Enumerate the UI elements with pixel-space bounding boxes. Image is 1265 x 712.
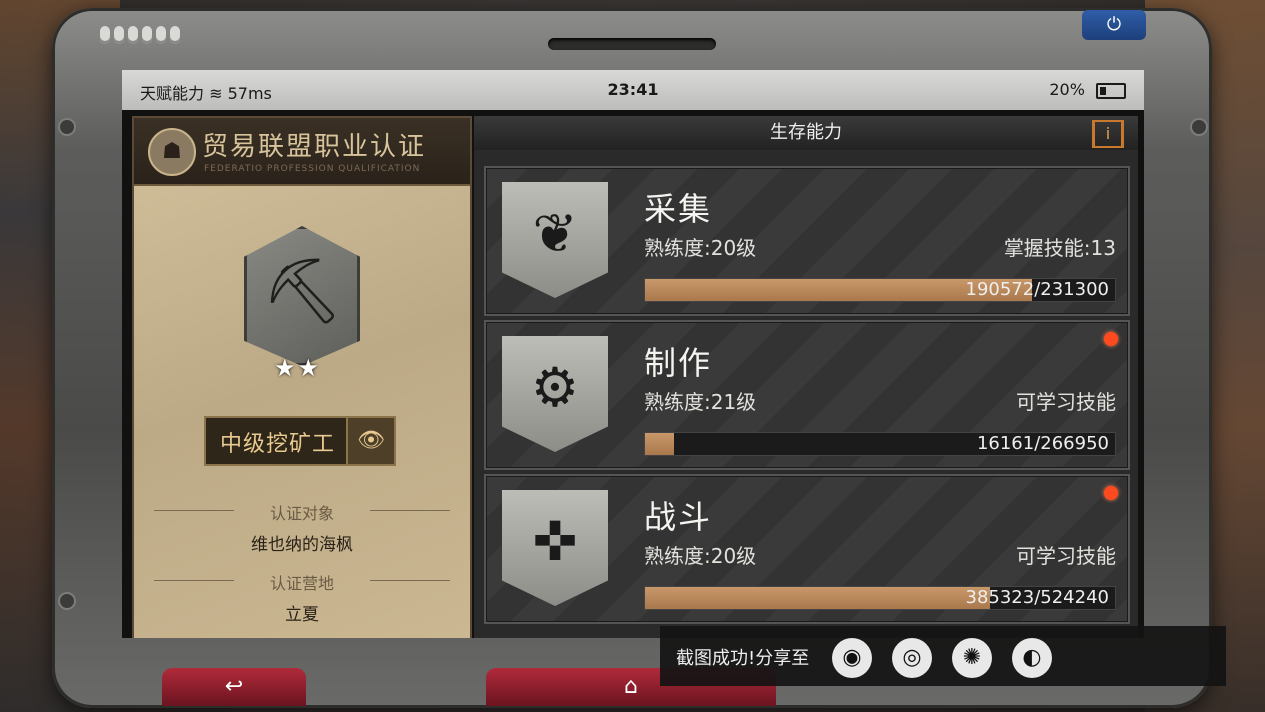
certification-panel: ☗ 贸易联盟职业认证 FEDERATIO PROFESSION QUALIFIC… — [132, 116, 472, 638]
certification-header: ☗ 贸易联盟职业认证 FEDERATIO PROFESSION QUALIFIC… — [134, 118, 470, 186]
power-button[interactable]: ⏻ — [1082, 10, 1146, 40]
toast-text: 截图成功!分享至 — [676, 648, 810, 669]
skill-card-combat[interactable]: ✜ 战斗 熟练度:20级 可学习技能 385323/524240 — [484, 474, 1130, 624]
skill-card-crafting[interactable]: ⚙ 制作 熟练度:21级 可学习技能 16161/266950 — [484, 320, 1130, 470]
skill-card-gathering[interactable]: ❦ 采集 熟练度:20级 掌握技能:13 190572/231300 — [484, 166, 1130, 316]
rank-label: 中级挖矿工 — [220, 432, 336, 457]
clock: 23:41 — [607, 80, 659, 99]
battery-icon — [1096, 82, 1126, 99]
device-screen: 天赋能力 ≋ 57ms 23:41 20% ☗ 贸易联盟职业认证 FEDERAT… — [122, 70, 1144, 638]
progress-fill — [645, 587, 991, 609]
side-screw — [1190, 118, 1208, 136]
learnable-skill: 可学习技能 — [1016, 390, 1116, 414]
back-button[interactable]: ↩ — [162, 668, 306, 706]
gun-icon: ✜ — [502, 490, 608, 606]
info-icon[interactable]: i — [1092, 120, 1124, 148]
weibo-icon[interactable]: ◉ — [832, 638, 872, 678]
rank-stars: ★★ — [274, 354, 322, 382]
notification-dot — [1104, 486, 1118, 500]
speaker-grille — [100, 26, 184, 48]
moments-icon[interactable]: ✺ — [952, 638, 992, 678]
skills-header: 生存能力 i — [474, 116, 1138, 150]
status-bar: 天赋能力 ≋ 57ms 23:41 20% — [122, 70, 1144, 110]
profession-badge: ⛏ ★★ — [234, 226, 370, 382]
wechat-icon[interactable]: ◎ — [892, 638, 932, 678]
leaf-icon: ❦ — [502, 182, 608, 298]
progress-fill — [645, 433, 674, 455]
battery-percent: 20% — [1049, 80, 1085, 99]
certification-subtitle: FEDERATIO PROFESSION QUALIFICATION — [204, 164, 421, 174]
qq-icon[interactable]: ◐ — [1012, 638, 1052, 678]
camp-value: 立夏 — [285, 605, 319, 625]
learnable-skill: 可学习技能 — [1016, 544, 1116, 568]
side-screw — [58, 118, 76, 136]
progress-bar: 16161/266950 — [644, 432, 1116, 456]
target-value: 维也纳的海枫 — [251, 535, 353, 555]
pickaxe-icon: ⛏ — [262, 255, 344, 329]
notification-dot — [1104, 332, 1118, 346]
top-slot — [548, 38, 716, 50]
progress-bar: 190572/231300 — [644, 278, 1116, 302]
side-screw — [58, 592, 76, 610]
progress-bar: 385323/524240 — [644, 586, 1116, 610]
skills-panel: 生存能力 i ❦ 采集 熟练度:20级 掌握技能:13 190572/23130… — [474, 116, 1138, 638]
target-label: 认证对象 — [154, 500, 450, 524]
skill-name: 采集 — [644, 190, 713, 228]
gear-hammer-icon: ⚙ — [502, 336, 608, 452]
certification-title: 贸易联盟职业认证 — [202, 132, 427, 162]
skill-level: 熟练度:20级 — [644, 544, 757, 568]
skill-name: 制作 — [644, 344, 713, 382]
progress-text: 190572/231300 — [965, 279, 1110, 300]
rank-button[interactable]: 中级挖矿工 👁 — [204, 416, 396, 466]
eye-icon[interactable]: 👁 — [346, 418, 394, 464]
skill-name: 战斗 — [644, 498, 713, 536]
skill-level: 熟练度:20级 — [644, 236, 757, 260]
camp-label: 认证营地 — [154, 570, 450, 594]
screenshot-toast: 截图成功!分享至 ◉ ◎ ✺ ◐ — [660, 626, 1226, 686]
progress-text: 16161/266950 — [976, 433, 1109, 454]
helmet-emblem-icon: ☗ — [148, 128, 196, 176]
skills-title: 生存能力 — [770, 122, 842, 143]
skill-mastery: 掌握技能:13 — [1003, 236, 1116, 260]
progress-text: 385323/524240 — [965, 587, 1110, 608]
skill-level: 熟练度:21级 — [644, 390, 757, 414]
